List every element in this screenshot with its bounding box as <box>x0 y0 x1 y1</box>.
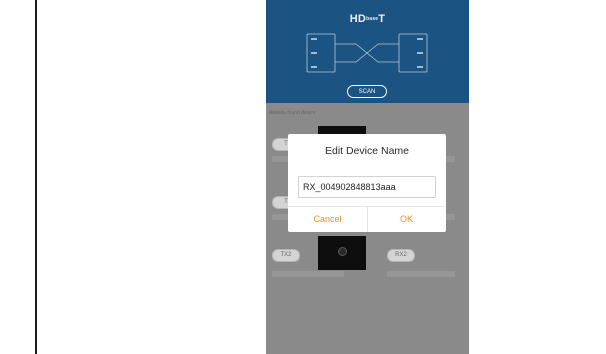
dialog-title: Edit Device Name <box>324 145 410 157</box>
page-border-line <box>35 0 37 354</box>
cancel-button[interactable]: Cancel <box>288 207 367 232</box>
edit-device-name-dialog: Edit Device Name RX_004902848813aaa Canc… <box>288 134 446 232</box>
device-name-input[interactable]: RX_004902848813aaa <box>298 176 436 198</box>
ok-button[interactable]: OK <box>367 207 446 232</box>
phone-screen: HDbaseT SCAN Already found device T T TX… <box>266 0 469 354</box>
